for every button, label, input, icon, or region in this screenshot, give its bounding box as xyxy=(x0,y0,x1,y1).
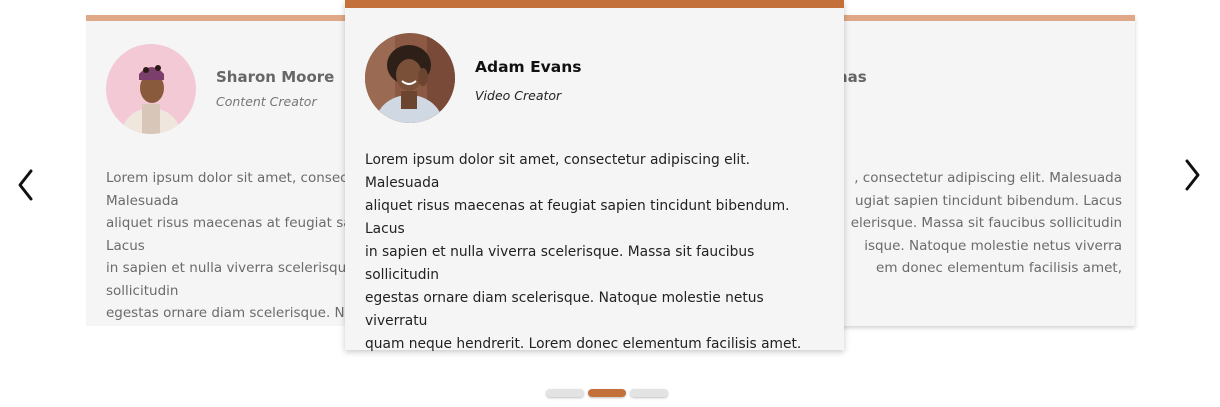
testimonial-role: Content Creator xyxy=(216,94,317,109)
testimonial-card-previous-clip: Sharon Moore Content Creator Lorem ipsum… xyxy=(86,15,345,326)
pagination-dot-1[interactable] xyxy=(546,389,584,397)
testimonial-text: Lorem ipsum dolor sit amet, consectetur … xyxy=(365,152,802,352)
card-accent-bar xyxy=(86,15,345,21)
previous-slide-button[interactable] xyxy=(10,160,40,210)
pagination-dot-2[interactable] xyxy=(588,389,626,397)
testimonial-text: Lorem ipsum dolor sit amet, consectetur … xyxy=(106,170,345,321)
pagination-dot-3[interactable] xyxy=(630,389,668,397)
testimonial-role: Video Creator xyxy=(475,88,562,103)
testimonial-name: Adam Evans xyxy=(475,58,582,76)
testimonial-card-previous[interactable]: Sharon Moore Content Creator Lorem ipsum… xyxy=(86,15,345,326)
testimonial-card-active[interactable]: Adam Evans Video Creator Lorem ipsum dol… xyxy=(345,0,844,352)
next-slide-button[interactable] xyxy=(1178,150,1208,200)
testimonial-name: Sharon Moore xyxy=(216,68,335,86)
chevron-right-icon xyxy=(1185,159,1200,191)
avatar-sharon-moore xyxy=(106,44,196,134)
avatar-adam-evans xyxy=(365,33,455,123)
card-accent-bar xyxy=(345,0,844,8)
carousel-pagination xyxy=(546,389,668,397)
chevron-left-icon xyxy=(18,169,33,201)
